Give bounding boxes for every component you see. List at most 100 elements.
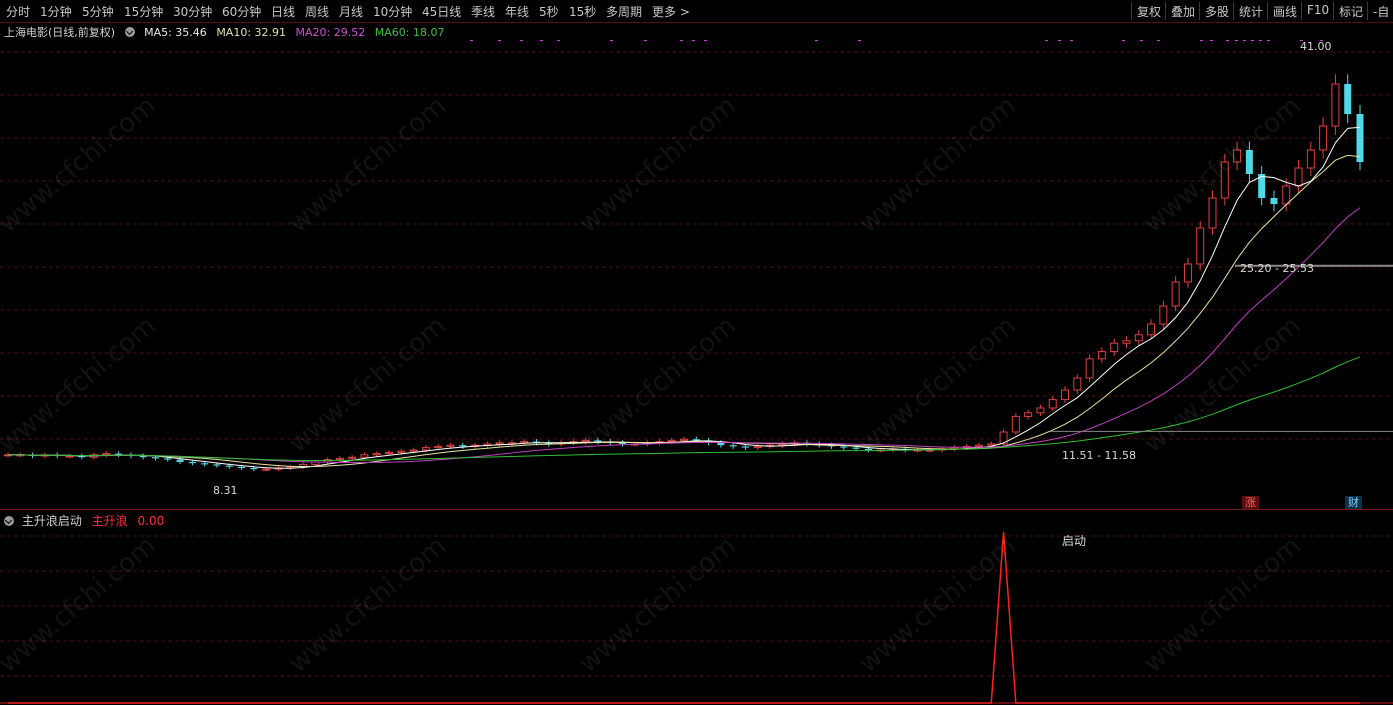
period-4[interactable]: 30分钟 xyxy=(173,3,212,20)
period-1[interactable]: 1分钟 xyxy=(40,3,72,20)
signal-marker xyxy=(540,40,543,41)
candle xyxy=(78,453,86,460)
toolbar-separator xyxy=(1165,2,1166,20)
signal-marker xyxy=(858,40,861,41)
candle xyxy=(495,440,504,447)
candle xyxy=(1171,276,1180,312)
period-8[interactable]: 月线 xyxy=(339,3,363,20)
signal-line xyxy=(8,531,1360,704)
stock-title[interactable]: 上海电影(日线,前复权) xyxy=(4,26,115,39)
sub-settings-icon[interactable] xyxy=(4,516,14,526)
candle xyxy=(1024,409,1033,420)
candle xyxy=(1122,336,1131,348)
candle xyxy=(1011,413,1020,435)
candle xyxy=(1208,190,1217,235)
candle xyxy=(1245,141,1253,182)
toolbar-6[interactable]: 标记 xyxy=(1339,3,1363,20)
sub-indicator-name[interactable]: 主升浪启动 xyxy=(22,514,82,528)
candle xyxy=(115,451,123,458)
period-toolbar: 分时 1分钟 5分钟 15分钟 30分钟 60分钟 日线 周线 月线 10分钟 45日线 季线 年线 5秒… xyxy=(0,0,1393,23)
signal-marker xyxy=(1157,40,1160,41)
candle xyxy=(1356,104,1364,171)
signal-marker xyxy=(1251,40,1254,41)
candle xyxy=(619,440,627,447)
toolbar-7[interactable]: -自 xyxy=(1373,3,1389,20)
signal-marker xyxy=(610,40,613,41)
ma60-line xyxy=(8,356,1361,462)
signal-marker xyxy=(1058,40,1061,41)
candle xyxy=(286,464,295,471)
pane-divider[interactable] xyxy=(0,509,1393,510)
settings-dropdown-icon[interactable] xyxy=(124,27,135,37)
signal-marker xyxy=(644,40,647,41)
band-label-upper: 25.20 - 25.53 xyxy=(1240,262,1314,275)
toolbar-4[interactable]: 画线 xyxy=(1273,3,1297,20)
period-10[interactable]: 45日线 xyxy=(422,3,461,20)
candle xyxy=(1159,300,1168,329)
signal-chart[interactable] xyxy=(0,528,1393,705)
candle xyxy=(1344,74,1352,124)
toolbar-3[interactable]: 统计 xyxy=(1239,3,1263,20)
limit-up-tag[interactable]: 涨 xyxy=(1242,496,1259,510)
candle xyxy=(1319,117,1328,159)
signal-marker xyxy=(704,40,707,41)
signal-marker xyxy=(1226,40,1229,41)
signal-marker xyxy=(1070,40,1073,41)
candle xyxy=(1073,374,1082,394)
candle xyxy=(1061,386,1070,404)
candle xyxy=(1085,354,1094,382)
low-price-label: 8.31 xyxy=(213,484,238,497)
ma5-line xyxy=(8,126,1361,469)
high-price-label: 41.00 xyxy=(1300,40,1332,53)
signal-marker xyxy=(680,40,683,41)
toolbar-0[interactable]: 复权 xyxy=(1137,3,1161,20)
candle xyxy=(950,445,959,452)
candle xyxy=(1134,330,1143,346)
period-0[interactable]: 分时 xyxy=(6,3,30,20)
candle xyxy=(1233,141,1242,171)
signal-marker xyxy=(1235,40,1238,41)
indicator-info-line: 上海电影(日线,前复权) MA5: 35.46 MA10: 32.91 MA20… xyxy=(0,24,450,40)
candle xyxy=(1220,153,1229,206)
candle xyxy=(139,453,147,460)
signal-marker xyxy=(1267,40,1270,41)
candle xyxy=(1294,159,1303,194)
period-14[interactable]: 15秒 xyxy=(569,3,596,20)
ma20-value: MA20: 29.52 xyxy=(295,26,366,39)
toolbar-1[interactable]: 叠加 xyxy=(1171,3,1195,20)
candle xyxy=(778,441,787,448)
candle xyxy=(483,441,492,448)
toolbar-separator xyxy=(1233,2,1234,20)
finance-tag[interactable]: 财 xyxy=(1345,496,1362,510)
period-9[interactable]: 10分钟 xyxy=(373,3,412,20)
period-11[interactable]: 季线 xyxy=(471,3,495,20)
period-7[interactable]: 周线 xyxy=(305,3,329,20)
period-12[interactable]: 年线 xyxy=(505,3,529,20)
signal-marker xyxy=(557,40,560,41)
candle xyxy=(459,442,467,449)
signal-marker xyxy=(1200,40,1203,41)
candle xyxy=(1306,141,1315,177)
period-13[interactable]: 5秒 xyxy=(539,3,559,20)
period-5[interactable]: 60分钟 xyxy=(222,3,261,20)
candle xyxy=(1196,221,1205,271)
signal-label: 启动 xyxy=(1062,534,1087,548)
candle xyxy=(520,439,529,446)
period-3[interactable]: 15分钟 xyxy=(124,3,163,20)
toolbar-separator xyxy=(1367,2,1368,20)
period-16[interactable]: 更多 > xyxy=(652,3,690,20)
signal-marker xyxy=(470,40,473,41)
period-6[interactable]: 日线 xyxy=(271,3,295,20)
candle xyxy=(1183,257,1192,288)
toolbar-2[interactable]: 多股 xyxy=(1205,3,1229,20)
period-2[interactable]: 5分钟 xyxy=(82,3,114,20)
ma10-line xyxy=(8,154,1361,468)
candlestick-chart[interactable] xyxy=(0,40,1393,510)
candle xyxy=(1270,190,1278,212)
signal-marker xyxy=(815,40,818,41)
toolbar-5[interactable]: F10 xyxy=(1307,3,1329,17)
signal-marker xyxy=(1122,40,1125,41)
sub-series-name: 主升浪 xyxy=(91,514,128,528)
candle xyxy=(1258,166,1266,206)
period-15[interactable]: 多周期 xyxy=(606,3,642,20)
